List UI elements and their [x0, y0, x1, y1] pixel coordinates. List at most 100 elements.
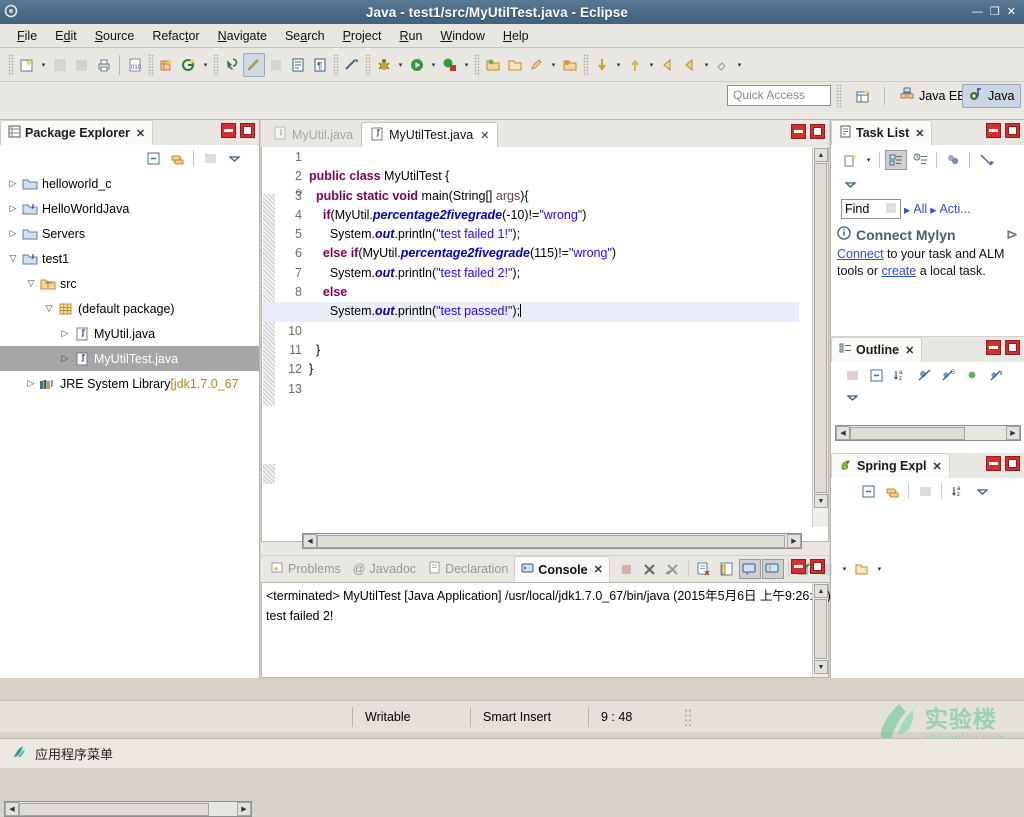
new-dropdown-arrow[interactable]: ▾ — [38, 53, 49, 77]
show-console-on-error-icon[interactable]: ! — [761, 559, 784, 579]
package-explorer-tree[interactable]: ▷ helloworld_c ▷ HelloWorldJava ▷ Server… — [0, 171, 259, 641]
marker-highlight-icon[interactable] — [243, 52, 265, 77]
scroll-left-arrow[interactable]: ◀ — [836, 426, 850, 440]
toolbar-grip-4[interactable] — [333, 53, 339, 76]
view-menu-icon[interactable] — [971, 481, 993, 501]
tree-item-default-package[interactable]: ▽ (default package) — [0, 296, 259, 321]
menu-edit[interactable]: Edit — [46, 27, 86, 45]
close-icon[interactable]: ✕ — [932, 460, 941, 473]
categorized-presentation-icon[interactable] — [885, 150, 907, 170]
debug-icon[interactable] — [341, 53, 363, 77]
new-java-class-icon[interactable] — [178, 53, 200, 77]
minimize-icon[interactable] — [986, 340, 1001, 355]
maximize-icon[interactable] — [810, 124, 825, 139]
connect-link[interactable]: Connect — [837, 247, 884, 261]
scroll-down-arrow[interactable]: ▼ — [814, 494, 828, 508]
chevron-right-icon[interactable]: ▷ — [24, 378, 38, 389]
collapse-all-icon[interactable] — [865, 365, 887, 385]
tab-declaration[interactable]: Declaration — [422, 556, 514, 582]
find-icon[interactable] — [885, 202, 897, 217]
tree-item-helloworldjava[interactable]: ▷ HelloWorldJava — [0, 196, 259, 221]
remove-launch-icon[interactable] — [639, 559, 661, 579]
close-icon[interactable]: ✕ — [915, 127, 924, 140]
pin-icon[interactable]: ⊳ — [1006, 226, 1018, 243]
next-annotation-icon[interactable] — [287, 53, 309, 77]
remove-all-launches-icon[interactable] — [662, 559, 684, 579]
outline-hscrollbar[interactable]: ◀ ▶ — [835, 425, 1021, 441]
menu-project[interactable]: Project — [334, 27, 391, 45]
fold-collapse-icon[interactable]: ⊖ — [295, 187, 303, 198]
run-dropdown-arrow[interactable]: ▾ — [428, 53, 439, 77]
view-menu-icon[interactable] — [223, 148, 245, 168]
tree-item-jre-system-library[interactable]: ▷ JRE System Library [jdk1.7.0_67 — [0, 371, 259, 396]
toolbar-grip-6[interactable] — [474, 53, 480, 76]
previous-annotation-icon[interactable]: ¶ — [309, 53, 331, 77]
external-dropdown-arrow[interactable]: ▾ — [461, 53, 472, 77]
chevron-down-icon[interactable]: ▽ — [6, 253, 20, 264]
chevron-down-icon[interactable]: ▽ — [42, 303, 56, 314]
tab-javadoc[interactable]: @ Javadoc — [347, 556, 422, 582]
build-number-icon[interactable]: 010 — [124, 53, 146, 77]
new-wizard-icon[interactable] — [16, 53, 38, 77]
scroll-lock-icon[interactable] — [716, 559, 738, 579]
chevron-right-icon[interactable]: ▷ — [6, 178, 20, 189]
quick-access-input[interactable]: Quick Access — [727, 85, 831, 106]
debug-dropdown-arrow[interactable]: ▾ — [395, 53, 406, 77]
new-java-package-icon[interactable] — [156, 53, 178, 77]
editor-tab-myutiltest[interactable]: MyUtilTest.java ✕ — [361, 122, 499, 147]
tab-outline[interactable]: Outline ✕ — [831, 337, 923, 362]
sort-alphabetically-icon[interactable]: az — [947, 481, 969, 501]
tab-spring-explorer[interactable]: Spring Expl ✕ — [831, 453, 950, 478]
create-link[interactable]: create — [881, 264, 916, 278]
forward-history-icon[interactable] — [679, 53, 701, 77]
task-filter-all-arrow[interactable]: ▸ — [904, 202, 910, 217]
scroll-right-arrow[interactable]: ▶ — [787, 534, 801, 548]
chevron-right-icon[interactable]: ▷ — [6, 203, 20, 214]
new-class-dropdown-arrow[interactable]: ▾ — [200, 53, 211, 77]
step-up-icon[interactable] — [624, 53, 646, 77]
filter-icon[interactable] — [914, 481, 936, 501]
code-text[interactable]: public class MyUtilTest { public static … — [262, 148, 799, 526]
console-vscrollbar[interactable]: ▲ ▼ — [812, 583, 828, 677]
view-filter-icon[interactable] — [199, 148, 221, 168]
open-perspective-icon[interactable] — [852, 86, 874, 106]
search-icon[interactable] — [221, 53, 243, 77]
collapse-all-icon[interactable] — [142, 148, 164, 168]
task-filter-active-arrow[interactable]: ▸ — [930, 202, 936, 217]
chevron-down-icon[interactable]: ▽ — [24, 278, 38, 289]
minimize-icon[interactable] — [791, 124, 806, 139]
task-find-input[interactable]: Find — [841, 199, 901, 219]
close-icon[interactable]: ✕ — [480, 129, 489, 142]
menu-window[interactable]: Window — [431, 27, 493, 45]
package-explorer-hscrollbar[interactable]: ◀ ▶ — [4, 801, 252, 817]
maximize-icon[interactable] — [240, 123, 255, 138]
pin-editor-icon[interactable] — [712, 53, 734, 77]
view-menu-icon[interactable] — [839, 174, 861, 194]
scheduled-presentation-icon[interactable] — [909, 150, 931, 170]
menu-source[interactable]: Source — [86, 27, 144, 45]
scroll-up-arrow[interactable]: ▲ — [814, 148, 828, 162]
editor-tab-myutil[interactable]: MyUtil.java — [265, 122, 361, 147]
scroll-right-arrow[interactable]: ▶ — [237, 802, 251, 816]
vscroll-thumb[interactable] — [814, 163, 827, 493]
forward-arrow[interactable]: ▾ — [701, 53, 712, 77]
link-with-editor-icon[interactable] — [881, 481, 903, 501]
hide-nonpublic-icon[interactable] — [961, 365, 983, 385]
tree-item-helloworld_c[interactable]: ▷ helloworld_c — [0, 171, 259, 196]
step-up-arrow[interactable]: ▾ — [646, 53, 657, 77]
maximize-icon[interactable] — [1005, 123, 1020, 138]
toolbar-grip-3[interactable] — [213, 53, 219, 76]
focus-on-workweek-icon[interactable] — [942, 150, 964, 170]
display-dropdown-arrow[interactable]: ▾ — [839, 557, 850, 581]
close-icon[interactable]: ✕ — [594, 563, 603, 576]
view-menu-icon[interactable] — [841, 387, 863, 407]
open-task-icon[interactable] — [504, 53, 526, 77]
save-icon[interactable] — [49, 53, 71, 77]
chevron-right-icon[interactable]: ▷ — [58, 353, 72, 364]
minimize-icon[interactable] — [986, 123, 1001, 138]
toolbar-grip-2[interactable] — [148, 53, 154, 76]
menu-refactor[interactable]: Refactor — [143, 27, 208, 45]
edit-dropdown-arrow[interactable]: ▾ — [548, 53, 559, 77]
minimize-button[interactable]: — — [972, 6, 983, 18]
minimize-icon[interactable] — [221, 123, 236, 138]
